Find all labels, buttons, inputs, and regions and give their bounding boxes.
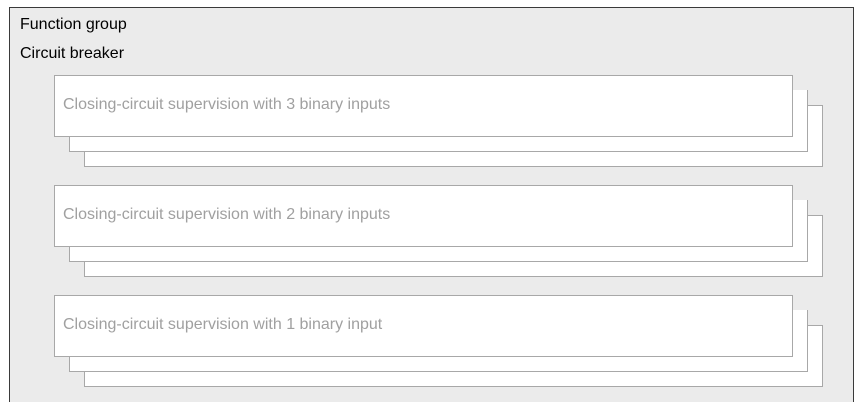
function-stack[interactable]: Closing-circuit supervision with 3 binar… [54, 75, 827, 175]
function-card[interactable]: Closing-circuit supervision with 2 binar… [54, 185, 793, 247]
function-card[interactable]: Closing-circuit supervision with 1 binar… [54, 295, 793, 357]
function-group-panel: Function group Circuit breaker Closing-c… [9, 7, 854, 402]
function-stack[interactable]: Closing-circuit supervision with 2 binar… [54, 185, 827, 285]
function-card-title: Closing-circuit supervision with 2 binar… [63, 206, 391, 223]
function-card-title: Closing-circuit supervision with 1 binar… [63, 316, 383, 333]
function-card-title: Closing-circuit supervision with 3 binar… [63, 96, 391, 113]
function-card[interactable]: Closing-circuit supervision with 3 binar… [54, 75, 793, 137]
function-group-name: Circuit breaker [20, 45, 125, 62]
function-group-caption: Function group [20, 16, 127, 33]
function-stack[interactable]: Closing-circuit supervision with 1 binar… [54, 295, 827, 395]
